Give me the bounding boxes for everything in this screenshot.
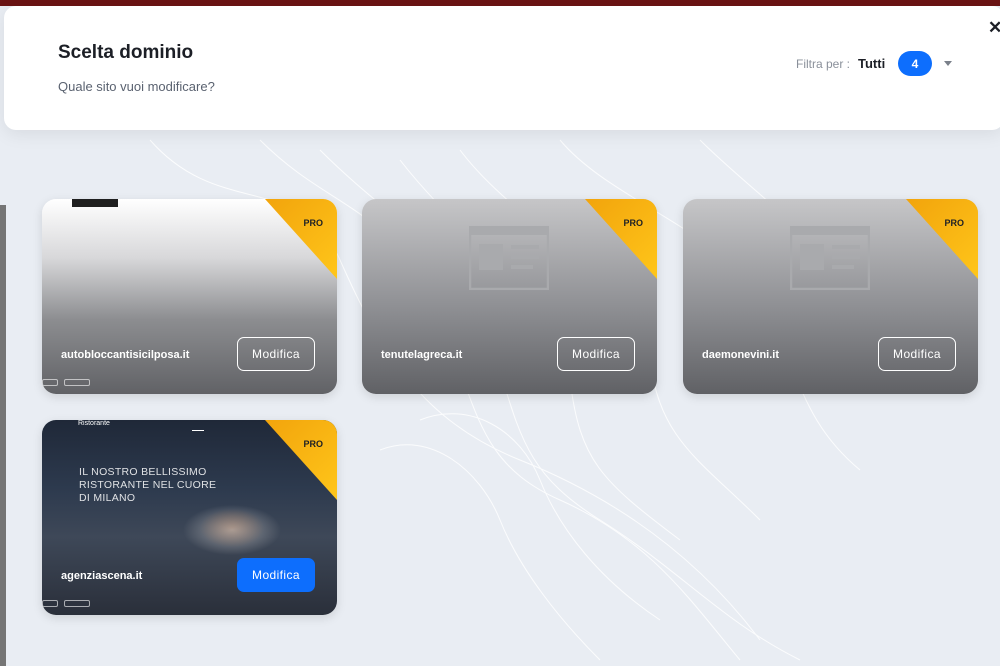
site-card[interactable]: Ristorante IL NOSTRO BELLISSIMO RISTORAN…: [42, 420, 337, 615]
site-domain: autobloccantisicilposa.it: [61, 349, 190, 361]
pro-ribbon: [265, 420, 337, 500]
close-icon[interactable]: ✕: [988, 18, 1000, 38]
page-subtitle: Quale sito vuoi modificare?: [58, 79, 215, 94]
pro-badge: PRO: [303, 218, 323, 228]
pro-ribbon: [585, 199, 657, 279]
site-card[interactable]: PRO daemonevini.it Modifica: [683, 199, 978, 394]
edit-site-button[interactable]: Modifica: [878, 337, 956, 371]
preview-nav-indicator: [192, 430, 204, 431]
site-card[interactable]: PRO autobloccantisicilposa.it Modifica: [42, 199, 337, 394]
pro-ribbon: [265, 199, 337, 279]
edit-site-button[interactable]: Modifica: [237, 337, 315, 371]
page-title: Scelta dominio: [58, 42, 194, 63]
pro-ribbon: [906, 199, 978, 279]
domain-selection-header: Scelta dominio Quale sito vuoi modificar…: [4, 6, 1000, 130]
website-placeholder-icon: [790, 226, 870, 290]
preview-brand: Ristorante: [78, 420, 110, 427]
site-domain: daemonevini.it: [702, 349, 780, 361]
edit-site-button[interactable]: Modifica: [237, 558, 315, 592]
pro-badge: PRO: [944, 218, 964, 228]
pro-badge: PRO: [623, 218, 643, 228]
preview-navbar: [72, 199, 118, 207]
site-domain: agenziascena.it: [61, 570, 143, 582]
edit-site-button[interactable]: Modifica: [557, 337, 635, 371]
filter-label: Filtra per :: [796, 57, 851, 71]
site-domain: tenutelagreca.it: [381, 349, 463, 361]
website-placeholder-icon: [469, 226, 549, 290]
site-card[interactable]: PRO tenutelagreca.it Modifica: [362, 199, 657, 394]
pro-badge: PRO: [303, 439, 323, 449]
preview-hero-text: IL NOSTRO BELLISSIMO RISTORANTE NEL CUOR…: [79, 466, 217, 504]
chevron-down-icon[interactable]: [944, 61, 952, 66]
preview-buttons: [42, 594, 102, 607]
filter-dropdown-value[interactable]: Tutti: [858, 56, 885, 71]
site-count-badge: 4: [898, 51, 932, 76]
preview-buttons: [42, 373, 102, 386]
